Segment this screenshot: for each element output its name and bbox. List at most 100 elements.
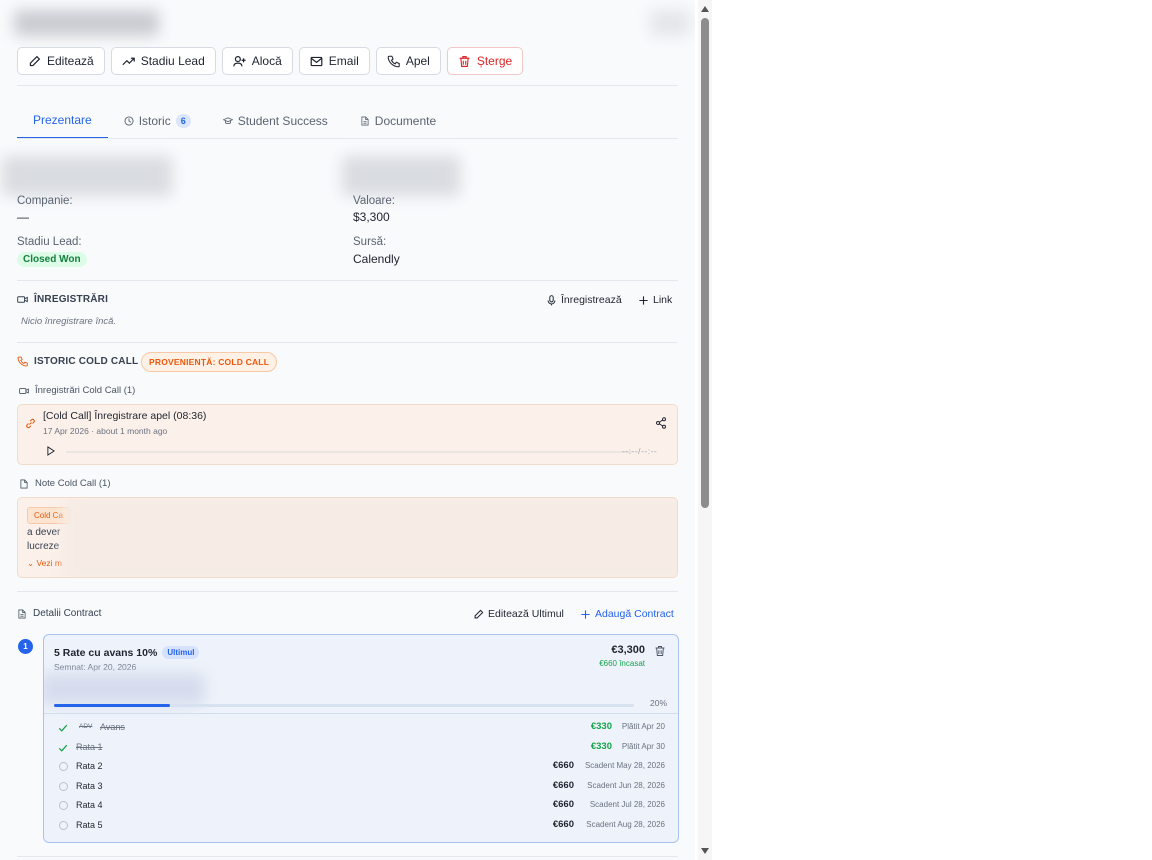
check-icon xyxy=(58,724,68,732)
installment-status: Plătit Apr 20 xyxy=(621,722,665,731)
delete-button-label: Șterge xyxy=(476,54,513,68)
check-icon xyxy=(58,744,68,752)
record-button-label: Înregistrează xyxy=(561,294,622,306)
scroll-up-arrow-icon[interactable] xyxy=(701,6,709,12)
pending-circle-icon xyxy=(59,801,68,810)
trash-icon xyxy=(459,55,470,67)
delete-contract-icon[interactable] xyxy=(654,645,666,657)
graduation-cap-icon xyxy=(222,117,233,125)
mail-icon xyxy=(310,56,323,66)
audio-progress-track[interactable] xyxy=(66,451,632,453)
contract-card: 5 Rate cu avans 10% Ultimul Semnat: Apr … xyxy=(43,634,679,843)
delete-button[interactable]: Șterge xyxy=(446,47,524,75)
call-button[interactable]: Apel xyxy=(375,47,441,75)
contract-name: 5 Rate cu avans 10% xyxy=(54,646,158,659)
company-value: — xyxy=(17,210,29,224)
recordings-section-title: ÎNREGISTRĂRI xyxy=(17,294,108,305)
lead-detail-panel: Editează Stadiu Lead Alocă Email Apel Șt… xyxy=(0,0,695,860)
share-icon[interactable] xyxy=(655,417,667,429)
installment-status: Scadent Jun 28, 2026 xyxy=(587,780,665,790)
edit-button-label: Editează xyxy=(47,54,94,68)
note-expand-link[interactable]: ⌄ Vezi m xyxy=(27,558,62,569)
cold-call-divider xyxy=(17,591,678,592)
pencil-icon xyxy=(474,609,484,618)
add-contract-button[interactable]: Adaugă Contract xyxy=(580,608,674,620)
recordings-title-text: ÎNREGISTRĂRI xyxy=(34,294,109,305)
pending-circle-icon xyxy=(59,762,68,771)
deal-value: $3,300 xyxy=(353,210,390,224)
action-toolbar: Editează Stadiu Lead Alocă Email Apel Șt… xyxy=(17,47,524,75)
contract-detail-redacted xyxy=(44,673,205,705)
record-button[interactable]: Înregistrează xyxy=(546,294,622,306)
assign-button-label: Alocă xyxy=(251,54,282,68)
overview-divider xyxy=(17,280,678,281)
tab-documents-label: Documente xyxy=(374,114,437,128)
lead-stage-badge: Closed Won xyxy=(17,252,87,267)
recording-date: 17 Apr 2026 · about 1 month ago xyxy=(43,426,168,436)
note-expand-text: Vezi m xyxy=(36,558,62,568)
contract-name-row: 5 Rate cu avans 10% Ultimul xyxy=(54,646,200,659)
cold-call-section-title: ISTORIC COLD CALL xyxy=(17,356,138,367)
pending-circle-icon xyxy=(59,820,68,830)
cold-call-notes-subtitle: Note Cold Call (1) xyxy=(19,478,111,489)
email-button-label: Email xyxy=(328,54,359,68)
edit-button[interactable]: Editează xyxy=(17,47,105,75)
add-contract-label: Adaugă Contract xyxy=(595,608,674,620)
scroll-thumb[interactable] xyxy=(701,18,709,508)
installment-amount: €330 xyxy=(590,740,612,752)
add-link-button-label: Link xyxy=(653,294,673,306)
add-link-button[interactable]: Link xyxy=(638,294,672,306)
installment-amount: €660 xyxy=(552,779,574,791)
assign-button[interactable]: Alocă xyxy=(221,47,293,75)
source-label: Sursă: xyxy=(353,236,387,248)
note-content-redacted xyxy=(63,498,677,577)
value-label: Valoare: xyxy=(353,195,395,207)
microphone-icon xyxy=(547,294,556,305)
pending-circle-icon xyxy=(59,781,68,791)
lead-name-redacted xyxy=(14,10,159,36)
installment-status: Scadent Jul 28, 2026 xyxy=(589,800,665,809)
installment-tag: ADV xyxy=(79,723,93,730)
installment-status: Scadent May 28, 2026 xyxy=(584,761,665,770)
tab-documents[interactable]: Documente xyxy=(344,103,452,139)
origin-badge: PROVENIENȚĂ: COLD CALL xyxy=(141,352,278,372)
cold-call-note-card: Cold Ca a dever lucreze ⌄ Vezi m xyxy=(17,497,678,578)
company-label: Companie: xyxy=(17,195,73,207)
cold-call-title-text: ISTORIC COLD CALL xyxy=(34,356,139,367)
email-button[interactable]: Email xyxy=(298,47,370,75)
cold-call-recordings-subtitle-text: Înregistrări Cold Call (1) xyxy=(35,385,136,396)
scroll-down-arrow-icon[interactable] xyxy=(701,848,709,854)
video-icon xyxy=(19,387,29,394)
installment-amount: €660 xyxy=(552,818,574,830)
call-button-label: Apel xyxy=(405,54,430,68)
tab-student-success[interactable]: Student Success xyxy=(207,103,344,139)
cold-call-notes-subtitle-text: Note Cold Call (1) xyxy=(35,478,111,489)
vertical-scrollbar[interactable] xyxy=(698,0,712,860)
file-text-icon xyxy=(18,609,26,618)
installment-status: Scadent Aug 28, 2026 xyxy=(586,819,665,829)
installment-name: Rata 3 xyxy=(76,780,103,791)
tab-overview[interactable]: Prezentare xyxy=(17,103,108,139)
edit-last-contract-button[interactable]: Editează Ultimul xyxy=(473,608,564,620)
link-icon xyxy=(26,418,35,429)
tab-student-success-label: Student Success xyxy=(237,114,328,128)
installment-name: Rata 1 xyxy=(76,741,103,752)
play-icon[interactable] xyxy=(46,446,56,456)
audio-time: --:--/--:-- xyxy=(622,446,658,456)
recording-title: [Cold Call] Înregistrare apel (08:36) xyxy=(43,410,207,422)
header-actions-redacted xyxy=(650,10,690,36)
recordings-empty-text: Nicio înregistrare încă. xyxy=(21,316,117,327)
lead-stage-button[interactable]: Stadiu Lead xyxy=(110,47,216,75)
installment-name: Rata 5 xyxy=(76,819,103,830)
contract-section-title: Detalii Contract xyxy=(17,608,101,619)
installment-status: Plătit Apr 30 xyxy=(621,741,665,751)
contract-amount: €3,300 xyxy=(611,644,645,656)
pencil-icon xyxy=(29,55,41,66)
note-icon xyxy=(20,479,28,488)
video-icon xyxy=(17,296,28,303)
installments-divider xyxy=(44,713,678,714)
installment-name: Rata 4 xyxy=(76,800,103,810)
tab-history[interactable]: Istoric 6 xyxy=(108,103,207,139)
installment-row: Rata 5 €660 Scadent Aug 28, 2026 xyxy=(44,818,678,837)
clock-icon xyxy=(124,116,134,126)
